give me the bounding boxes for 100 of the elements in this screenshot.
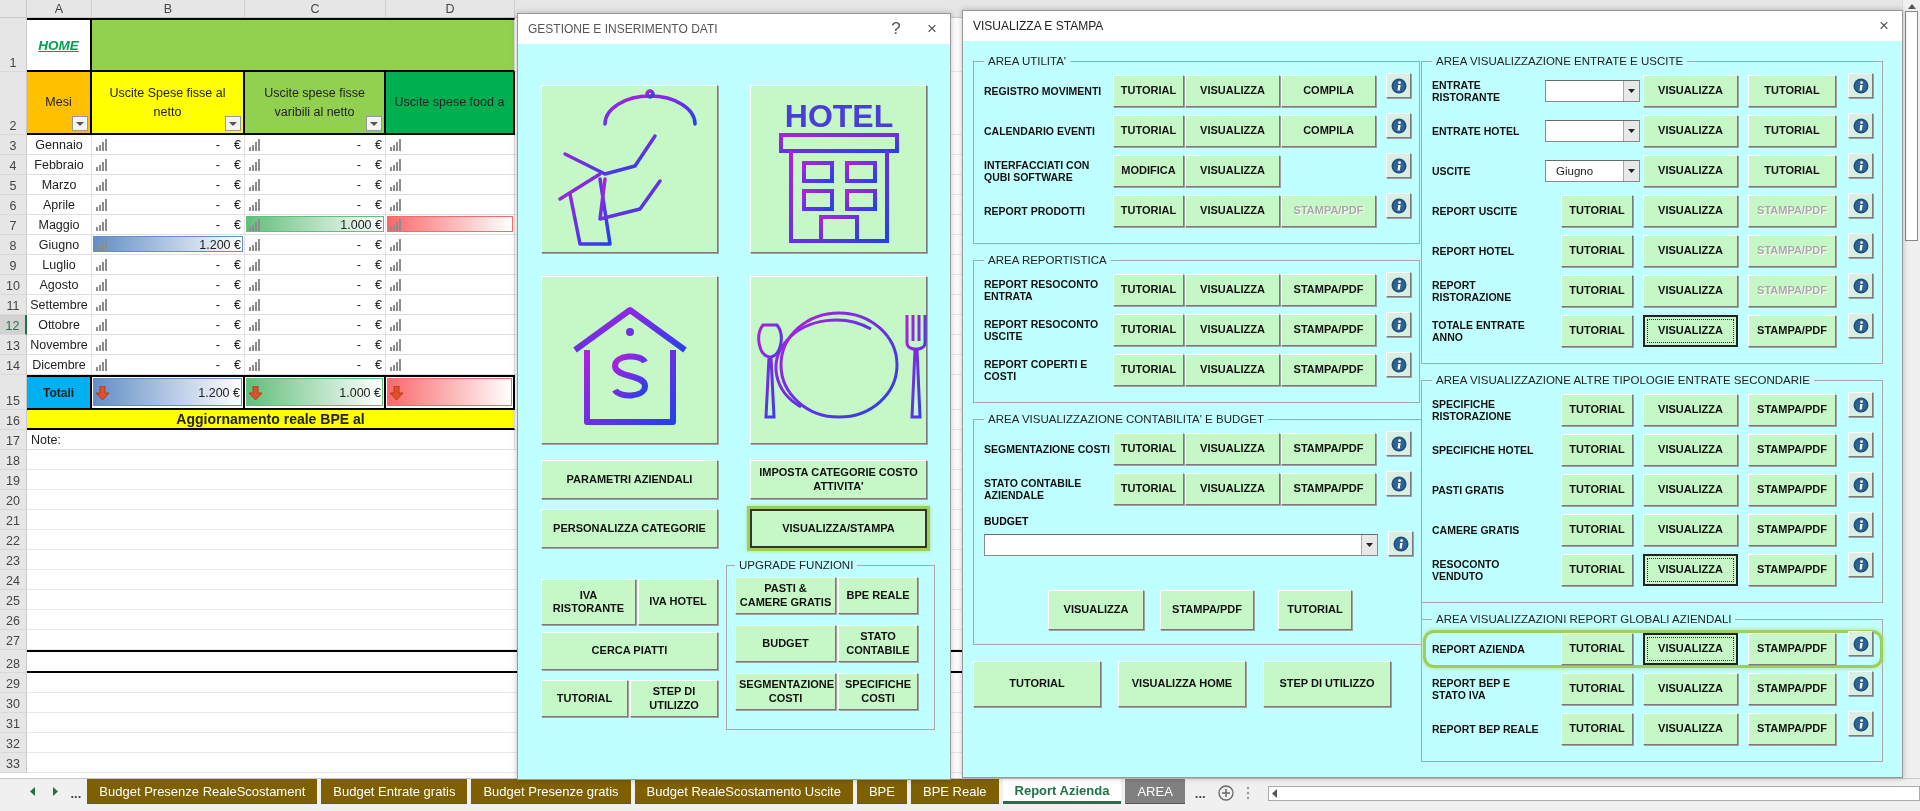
action-button[interactable]: TUTORIAL	[1113, 433, 1184, 465]
row-header[interactable]: 26	[0, 610, 27, 630]
action-button[interactable]: TUTORIAL	[1561, 275, 1633, 307]
sheet-tab[interactable]: BPE	[856, 779, 907, 804]
image-button[interactable]: HOTEL	[750, 85, 927, 253]
action-button[interactable]: VISUALIZZA	[1643, 115, 1738, 147]
row-header[interactable]: 6	[0, 195, 27, 215]
row-header[interactable]: 4	[0, 155, 27, 175]
row-header[interactable]: 31	[0, 713, 27, 733]
row-header[interactable]: 14	[0, 355, 27, 375]
row-header[interactable]: 23	[0, 550, 27, 570]
sheet-tab[interactable]: Budget RealeScostamento Uscite	[634, 779, 853, 804]
row-header[interactable]: 33	[0, 753, 27, 773]
action-button[interactable]: STAMPA/PDF	[1748, 554, 1836, 586]
action-button[interactable]: STAMPA/PDF	[1281, 314, 1376, 346]
action-button[interactable]: BUDGET	[735, 625, 836, 662]
action-button[interactable]: CERCA PIATTI	[541, 632, 718, 670]
action-button[interactable]: VISUALIZZA	[1643, 75, 1738, 107]
action-button[interactable]: VISUALIZZA	[1643, 315, 1738, 347]
row-header[interactable]: 22	[0, 530, 27, 550]
action-button[interactable]: SEGMENTAZIONE COSTI	[735, 673, 836, 710]
action-button[interactable]: PARAMETRI AZIENDALI	[541, 460, 718, 499]
help-button[interactable]: ?	[878, 15, 914, 43]
action-button[interactable]: IVA HOTEL	[638, 579, 718, 625]
row-header[interactable]: 15	[0, 375, 27, 410]
action-button[interactable]: STAMPA/PDF	[1281, 354, 1376, 386]
row-header[interactable]: 21	[0, 510, 27, 530]
row-header[interactable]: 20	[0, 490, 27, 510]
row-header[interactable]: 28	[0, 650, 27, 673]
action-button[interactable]: VISUALIZZA	[1643, 474, 1738, 506]
action-button[interactable]: VISUALIZZA	[1048, 590, 1144, 630]
action-button[interactable]: TUTORIAL	[1113, 75, 1184, 107]
sheet-tab[interactable]: Report Azienda	[1002, 779, 1122, 804]
action-button[interactable]: VISUALIZZA	[1185, 314, 1280, 346]
action-button[interactable]: SPECIFICHE COSTI	[838, 673, 918, 710]
action-button[interactable]: VISUALIZZA/STAMPA	[750, 509, 927, 548]
action-button[interactable]: TUTORIAL	[973, 661, 1101, 707]
action-button[interactable]: VISUALIZZA HOME	[1118, 661, 1246, 707]
row-header[interactable]: 9	[0, 255, 27, 275]
row-header[interactable]: 7	[0, 215, 27, 235]
row-header[interactable]: 18	[0, 450, 27, 470]
action-button[interactable]: VISUALIZZA	[1185, 75, 1280, 107]
action-button[interactable]: TUTORIAL	[541, 680, 628, 717]
row-header[interactable]: 13	[0, 335, 27, 355]
action-button[interactable]: TUTORIAL	[1748, 75, 1836, 107]
action-button[interactable]: VISUALIZZA	[1185, 473, 1280, 505]
action-button[interactable]: STAMPA/PDF	[1748, 315, 1836, 347]
action-button[interactable]: STAMPA/PDF	[1748, 633, 1836, 665]
sheet-tab[interactable]: Budget Entrate gratis	[321, 779, 468, 804]
row-header[interactable]: 1	[0, 18, 27, 72]
action-button[interactable]: STAMPA/PDF	[1748, 434, 1836, 466]
action-button[interactable]: TUTORIAL	[1278, 590, 1352, 630]
action-button[interactable]: VISUALIZZA	[1643, 713, 1738, 745]
row-header[interactable]: 10	[0, 275, 27, 295]
action-button[interactable]: TUTORIAL	[1561, 713, 1633, 745]
more-sheets-button[interactable]: ...	[70, 779, 88, 801]
action-button[interactable]: STAMPA/PDF	[1748, 474, 1836, 506]
action-button[interactable]: STAMPA/PDF	[1748, 514, 1836, 546]
action-button[interactable]: COMPILA	[1281, 75, 1376, 107]
row-header[interactable]: 29	[0, 673, 27, 693]
action-button[interactable]: TUTORIAL	[1561, 514, 1633, 546]
action-button[interactable]: TUTORIAL	[1561, 474, 1633, 506]
action-button[interactable]: TUTORIAL	[1113, 274, 1184, 306]
row-header[interactable]: 12	[0, 315, 27, 335]
action-button[interactable]: TUTORIAL	[1561, 394, 1633, 426]
action-button[interactable]: VISUALIZZA	[1643, 394, 1738, 426]
action-button[interactable]: TUTORIAL	[1748, 155, 1836, 187]
sheet-tab[interactable]: Budget Presenze RealeScostament	[87, 779, 318, 804]
action-button[interactable]: TUTORIAL	[1561, 195, 1633, 227]
action-button[interactable]: VISUALIZZA	[1643, 633, 1738, 665]
action-button[interactable]: STAMPA/PDF	[1281, 274, 1376, 306]
action-button[interactable]: VISUALIZZA	[1643, 155, 1738, 187]
action-button[interactable]: TUTORIAL	[1113, 314, 1184, 346]
action-button[interactable]: TUTORIAL	[1113, 354, 1184, 386]
action-button[interactable]: STAMPA/PDF	[1748, 673, 1836, 705]
column-header[interactable]: B	[92, 0, 245, 17]
action-button[interactable]: TUTORIAL	[1561, 633, 1633, 665]
action-button[interactable]: STAMPA/PDF	[1748, 713, 1836, 745]
action-button[interactable]: IMPOSTA CATEGORIE COSTO ATTIVITA'	[750, 460, 927, 499]
action-button[interactable]: VISUALIZZA	[1643, 195, 1738, 227]
action-button[interactable]: VISUALIZZA	[1643, 554, 1738, 586]
action-button[interactable]: STAMPA/PDF	[1281, 433, 1376, 465]
action-button[interactable]: VISUALIZZA	[1185, 195, 1280, 227]
action-button[interactable]: STAMPA/PDF	[1160, 590, 1254, 630]
action-button[interactable]: IVA RISTORANTE	[541, 579, 636, 625]
action-button[interactable]: VISUALIZZA	[1643, 235, 1738, 267]
row-header[interactable]: 17	[0, 430, 27, 450]
row-header[interactable]: 16	[0, 410, 27, 430]
action-button[interactable]: VISUALIZZA	[1643, 434, 1738, 466]
action-button[interactable]: COMPILA	[1281, 115, 1376, 147]
action-button[interactable]: TUTORIAL	[1748, 115, 1836, 147]
action-button[interactable]: TUTORIAL	[1561, 554, 1633, 586]
action-button[interactable]: TUTORIAL	[1561, 315, 1633, 347]
action-button[interactable]: TUTORIAL	[1561, 235, 1633, 267]
action-button[interactable]: STAMPA/PDF	[1281, 473, 1376, 505]
close-button[interactable]: ×	[1866, 12, 1902, 40]
action-button[interactable]: VISUALIZZA	[1185, 155, 1280, 187]
action-button[interactable]: MODIFICA	[1113, 155, 1184, 187]
action-button[interactable]: VISUALIZZA	[1185, 274, 1280, 306]
row-header[interactable]: 3	[0, 135, 27, 155]
